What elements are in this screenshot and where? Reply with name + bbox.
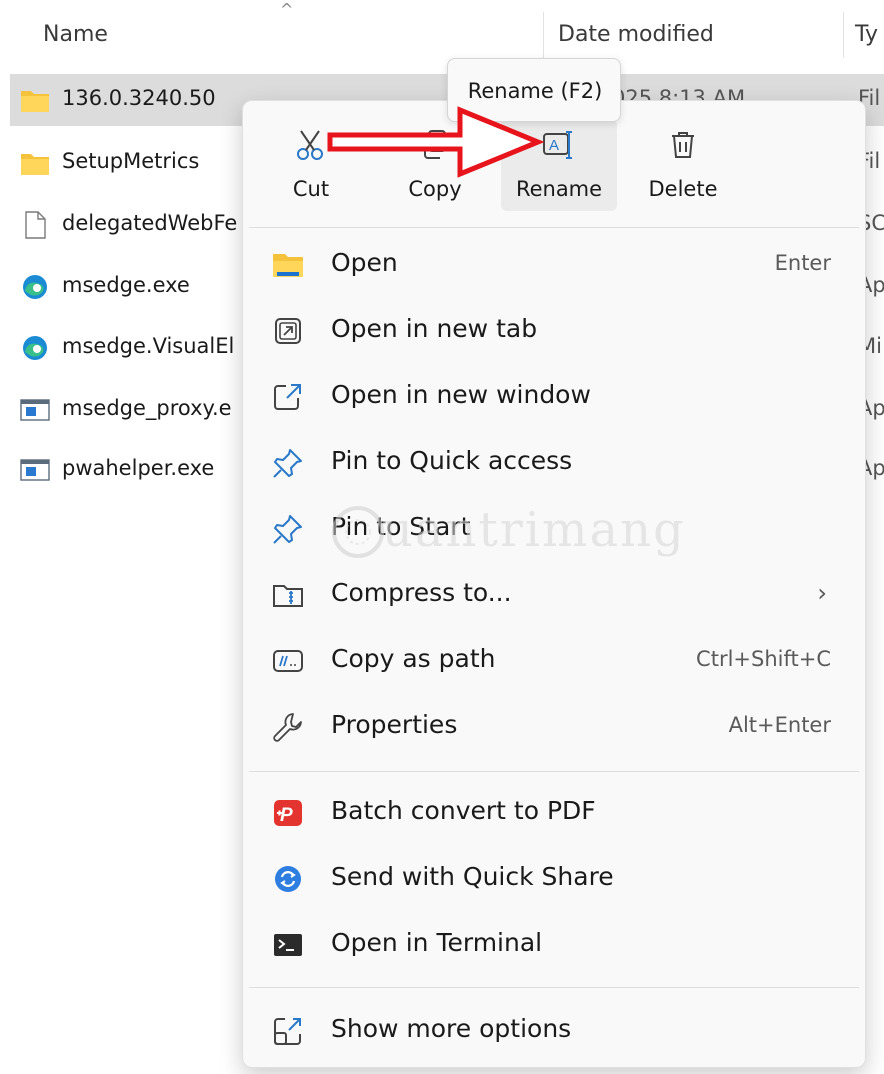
folder-open-icon [273,254,303,277]
chevron-right-icon: › [817,579,827,607]
watermark: uantrimang [322,488,702,572]
menu-item-open-new-window[interactable]: Open in new window [251,367,857,427]
menu-item-shortcut: Ctrl+Shift+C [696,647,831,671]
delete-label: Delete [648,177,718,201]
file-name: msedge.VisualEl [62,334,235,358]
menu-item-open-new-tab[interactable]: Open in new tab [251,301,857,361]
menu-separator [249,771,859,772]
new-window-icon [274,384,301,410]
svg-text:P: P [280,805,293,826]
menu-item-label: Open in new window [331,380,591,409]
column-divider[interactable] [543,12,544,58]
context-menu: Cut Copy A Rename Delete Open Enter Open… [242,100,866,1068]
app-window-icon [20,399,50,421]
file-icon [25,211,46,239]
file-name: pwahelper.exe [62,456,215,480]
pdf-icon: P [274,800,302,826]
annotation-arrow-icon [327,106,545,178]
column-date-modified[interactable]: Date modified [558,22,714,47]
edge-icon [23,275,47,299]
edge-icon [23,336,47,360]
menu-item-label: Pin to Quick access [331,446,573,475]
file-name: msedge_proxy.e [62,396,232,420]
file-name: SetupMetrics [62,149,200,173]
menu-item-label: Show more options [331,1014,572,1043]
menu-separator [249,227,859,228]
menu-item-label: Send with Quick Share [331,862,614,891]
path-icon [273,650,303,672]
menu-item-show-more-options[interactable]: Show more options [251,1001,857,1061]
menu-item-copy-as-path[interactable]: Copy as path Ctrl+Shift+C [251,631,857,691]
menu-item-shortcut: Alt+Enter [728,713,831,737]
svg-text:A: A [549,137,559,154]
menu-item-terminal[interactable]: Open in Terminal [251,915,857,975]
menu-item-open[interactable]: Open Enter [251,235,857,295]
file-name: delegatedWebFe [62,211,238,235]
delete-button[interactable]: Delete [625,119,741,211]
menu-item-label: Open [331,248,398,277]
file-name: 136.0.3240.50 [62,86,216,110]
menu-item-properties[interactable]: Properties Alt+Enter [251,697,857,757]
menu-item-label: Copy as path [331,644,496,673]
menu-item-label: Properties [331,710,458,739]
pin-icon [273,449,302,478]
menu-item-label: Compress to... [331,578,512,607]
more-options-icon [274,1018,301,1045]
column-divider[interactable] [843,12,844,58]
terminal-icon [274,934,302,956]
quick-share-icon [275,866,301,892]
menu-item-shortcut: Enter [774,251,831,275]
folder-icon [21,154,49,175]
menu-separator [249,987,859,988]
menu-item-label: Open in new tab [331,314,538,343]
menu-item-batch-pdf[interactable]: P Batch convert to PDF [251,783,857,843]
file-name: msedge.exe [62,273,190,297]
menu-item-pin-quick-access[interactable]: Pin to Quick access [251,433,857,493]
watermark-text: uantrimang [382,502,686,558]
column-name[interactable]: Name [43,22,108,47]
column-header: Name ^ Date modified Ty [0,0,884,72]
trash-icon [672,132,694,158]
sort-ascending-icon: ^ [280,0,294,19]
zip-folder-icon [273,585,303,607]
menu-item-compress[interactable]: Compress to... › [251,565,857,625]
menu-item-label: Open in Terminal [331,928,543,957]
wrench-icon [273,713,302,742]
menu-item-label: Batch convert to PDF [331,796,596,825]
app-window-icon [20,459,50,481]
new-tab-icon [275,318,301,344]
pin-icon [273,515,302,544]
column-type[interactable]: Ty [855,22,878,47]
folder-icon [21,91,49,112]
menu-item-quick-share[interactable]: Send with Quick Share [251,849,857,909]
